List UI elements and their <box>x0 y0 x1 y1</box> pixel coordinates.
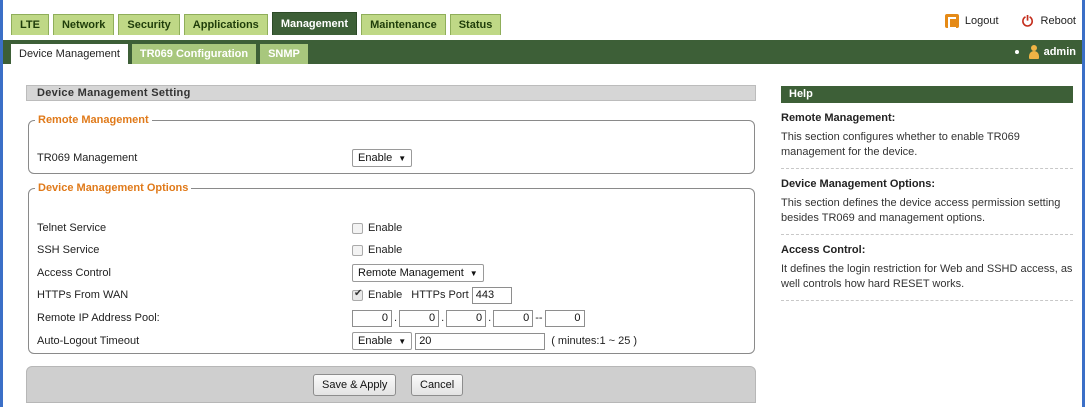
tr069-select[interactable]: Enable ▼ <box>352 149 413 167</box>
help-section-text: This section configures whether to enabl… <box>781 131 1020 158</box>
help-section-title: Remote Management: <box>781 112 896 124</box>
ip-range-end-input[interactable]: 0 <box>544 309 585 327</box>
access-control-label: Access Control <box>37 267 111 279</box>
ip-octet-2-input[interactable]: 0 <box>399 309 440 327</box>
help-header: Help <box>781 86 1073 103</box>
tab-status[interactable]: Status <box>449 14 502 35</box>
ip-octet-1-input[interactable]: 0 <box>352 309 392 327</box>
user-menu[interactable]: admin <box>1014 45 1076 59</box>
auto-logout-select-value: Enable <box>358 335 393 347</box>
tr069-select-value: Enable <box>358 152 393 164</box>
dropdown-arrow-icon: ▼ <box>469 268 478 278</box>
https-checkbox[interactable] <box>352 288 363 301</box>
help-section-text: This section defines the device access p… <box>781 197 1061 224</box>
ip-dot-separator: . <box>488 312 492 324</box>
device-management-options-group: Device Management Options Telnet Service… <box>28 182 755 354</box>
ip-pool-label: Remote IP Address Pool: <box>37 312 160 324</box>
sub-tabs: Device Management TR069 Configuration SN… <box>11 44 312 64</box>
bullet-icon <box>1014 50 1019 54</box>
sub-nav: Device Management TR069 Configuration SN… <box>3 40 1082 64</box>
tab-lte[interactable]: LTE <box>11 14 49 35</box>
https-label: HTTPs From WAN <box>37 289 129 301</box>
tab-applications[interactable]: Applications <box>183 14 268 35</box>
dropdown-arrow-icon: ▼ <box>398 336 407 346</box>
access-control-select[interactable]: Remote Management ▼ <box>352 264 484 282</box>
tab-security[interactable]: Security <box>118 14 180 35</box>
telnet-checkbox[interactable] <box>352 222 363 234</box>
device-management-options-legend: Device Management Options <box>38 182 189 194</box>
ip-range-separator: -- <box>535 312 543 324</box>
top-bar: LTE Network Security Applications Manage… <box>3 0 1082 40</box>
help-section: Device Management Options: This section … <box>781 169 1073 235</box>
main-tabs: LTE Network Security Applications Manage… <box>11 12 505 35</box>
ip-dot-separator: . <box>441 312 445 324</box>
logout-icon <box>944 14 959 29</box>
page-title: Device Management Setting <box>26 85 756 101</box>
remote-management-legend: Remote Management <box>38 114 149 126</box>
https-port-input[interactable]: 443 <box>471 286 512 304</box>
help-section-text: It defines the login restriction for Web… <box>781 263 1073 290</box>
subtab-device-management[interactable]: Device Management <box>11 44 128 64</box>
logout-button[interactable]: Logout <box>944 14 999 29</box>
username: admin <box>1043 46 1076 58</box>
ip-dot-separator: . <box>394 312 398 324</box>
ssh-label: SSH Service <box>37 244 100 256</box>
https-port-label: HTTPs Port <box>411 289 469 301</box>
tab-network[interactable]: Network <box>52 14 115 35</box>
access-control-select-value: Remote Management <box>358 267 464 279</box>
top-actions: Logout ⏻ Reboot <box>923 14 1076 29</box>
subtab-snmp[interactable]: SNMP <box>260 44 308 64</box>
auto-logout-select[interactable]: Enable ▼ <box>352 332 413 350</box>
button-bar: Save & Apply Cancel <box>26 366 756 403</box>
https-enable-label: Enable <box>368 289 403 301</box>
subtab-tr069-configuration[interactable]: TR069 Configuration <box>131 44 257 64</box>
dropdown-arrow-icon: ▼ <box>398 153 407 163</box>
auto-logout-hint: ( minutes:1 ~ 25 ) <box>551 335 638 347</box>
app-frame: LTE Network Security Applications Manage… <box>0 0 1085 407</box>
reboot-button[interactable]: ⏻ Reboot <box>1021 14 1076 28</box>
ip-octet-4-input[interactable]: 0 <box>493 309 534 327</box>
telnet-enable-label: Enable <box>368 222 403 234</box>
cancel-button[interactable]: Cancel <box>411 374 464 396</box>
power-icon: ⏻ <box>1021 13 1034 29</box>
telnet-label: Telnet Service <box>37 222 107 234</box>
reboot-label: Reboot <box>1040 15 1076 27</box>
auto-logout-input[interactable]: 20 <box>415 332 546 350</box>
tab-maintenance[interactable]: Maintenance <box>361 14 446 35</box>
help-section-title: Device Management Options: <box>781 178 936 190</box>
logout-label: Logout <box>964 15 999 27</box>
tr069-label: TR069 Management <box>37 152 138 164</box>
user-icon <box>1028 45 1039 59</box>
ssh-checkbox[interactable] <box>352 244 363 256</box>
help-section: Access Control: It defines the login res… <box>781 235 1073 301</box>
remote-management-group: Remote Management TR069 Management Enabl… <box>28 114 755 174</box>
ip-octet-3-input[interactable]: 0 <box>446 309 487 327</box>
help-panel: Help Remote Management: This section con… <box>781 86 1073 301</box>
help-section-title: Access Control: <box>781 244 866 256</box>
ssh-enable-label: Enable <box>368 244 403 256</box>
save-apply-button[interactable]: Save & Apply <box>313 374 397 396</box>
tab-management[interactable]: Management <box>271 12 358 35</box>
auto-logout-label: Auto-Logout Timeout <box>37 335 140 347</box>
help-section: Remote Management: This section configur… <box>781 103 1073 169</box>
